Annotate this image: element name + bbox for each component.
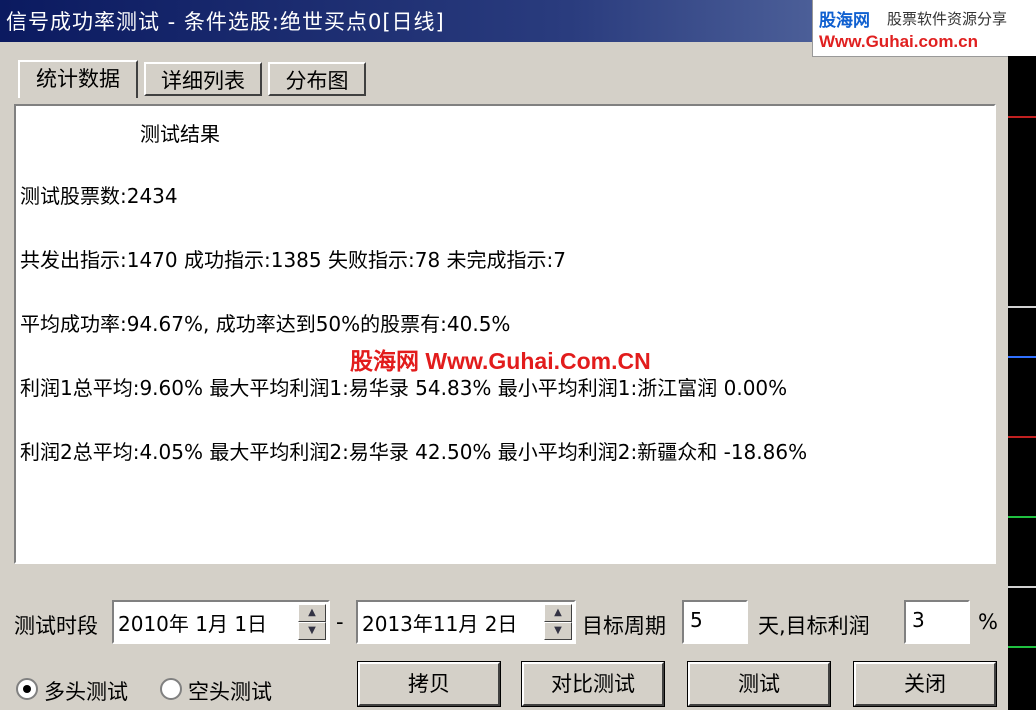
end-date-value: 2013年11月 2日 — [362, 612, 518, 636]
start-date-picker[interactable]: 2010年 1月 1日 ▲ ▼ — [112, 600, 330, 644]
radio-short-test[interactable] — [160, 678, 182, 700]
date-range-dash: - — [336, 610, 344, 634]
tab-detail-list[interactable]: 详细列表 — [144, 62, 262, 96]
close-button[interactable]: 关闭 — [853, 661, 997, 707]
results-panel: 测试结果 测试股票数:2434 共发出指示:1470 成功指示:1385 失败指… — [14, 104, 996, 564]
close-button-label: 关闭 — [904, 672, 946, 696]
result-line-profit1: 利润1总平均:9.60% 最大平均利润1:易华录 54.83% 最小平均利润1:… — [20, 376, 788, 400]
target-profit-input[interactable]: 3 — [904, 600, 970, 644]
logo-brand: 股海网 — [819, 11, 870, 31]
end-date-spinner[interactable]: ▲ ▼ — [544, 604, 572, 640]
result-line-stock-count: 测试股票数:2434 — [20, 184, 178, 208]
target-period-value: 5 — [690, 608, 703, 632]
percent-sign: % — [978, 610, 998, 634]
tab-distribution[interactable]: 分布图 — [268, 62, 366, 96]
tab-statistics-label: 统计数据 — [36, 67, 120, 91]
compare-test-button-label: 对比测试 — [551, 672, 635, 696]
background-chart-strip — [1008, 56, 1036, 710]
short-test-label[interactable]: 空头测试 — [188, 676, 272, 706]
end-date-up-icon[interactable]: ▲ — [544, 604, 572, 622]
logo-url: Www.Guhai.com.cn — [819, 32, 978, 51]
target-profit-value: 3 — [912, 608, 925, 632]
start-date-spinner[interactable]: ▲ ▼ — [298, 604, 326, 640]
days-target-profit-label: 天,目标利润 — [758, 614, 870, 638]
result-line-profit2: 利润2总平均:4.05% 最大平均利润2:易华录 42.50% 最小平均利润2:… — [20, 440, 808, 464]
compare-test-button[interactable]: 对比测试 — [521, 661, 665, 707]
radio-long-test[interactable] — [16, 678, 38, 700]
start-date-down-icon[interactable]: ▼ — [298, 622, 326, 640]
results-heading: 测试结果 — [140, 122, 220, 146]
test-period-label: 测试时段 — [14, 614, 98, 638]
target-period-label: 目标周期 — [582, 614, 666, 638]
test-button[interactable]: 测试 — [687, 661, 831, 707]
window-title: 信号成功率测试 - 条件选股:绝世买点0[日线] — [6, 10, 445, 34]
result-line-signals: 共发出指示:1470 成功指示:1385 失败指示:78 未完成指示:7 — [20, 248, 566, 272]
target-period-input[interactable]: 5 — [682, 600, 748, 644]
test-button-label: 测试 — [738, 672, 780, 696]
start-date-up-icon[interactable]: ▲ — [298, 604, 326, 622]
start-date-value: 2010年 1月 1日 — [118, 612, 268, 636]
result-line-success-rate: 平均成功率:94.67%, 成功率达到50%的股票有:40.5% — [20, 312, 511, 336]
end-date-picker[interactable]: 2013年11月 2日 ▲ ▼ — [356, 600, 576, 644]
radio-selected-dot — [23, 685, 31, 693]
copy-button[interactable]: 拷贝 — [357, 661, 501, 707]
watermark: 股海网 Www.Guhai.Com.CN — [350, 348, 651, 374]
logo-slogan: 股票软件资源分享 — [887, 10, 1008, 28]
long-test-label[interactable]: 多头测试 — [44, 676, 128, 706]
end-date-down-icon[interactable]: ▼ — [544, 622, 572, 640]
site-logo: 股海网 股票软件资源分享 Www.Guhai.com.cn — [812, 0, 1036, 57]
tab-statistics[interactable]: 统计数据 — [18, 60, 138, 98]
copy-button-label: 拷贝 — [408, 672, 450, 696]
tab-detail-list-label: 详细列表 — [161, 69, 245, 93]
tab-distribution-label: 分布图 — [285, 69, 349, 93]
